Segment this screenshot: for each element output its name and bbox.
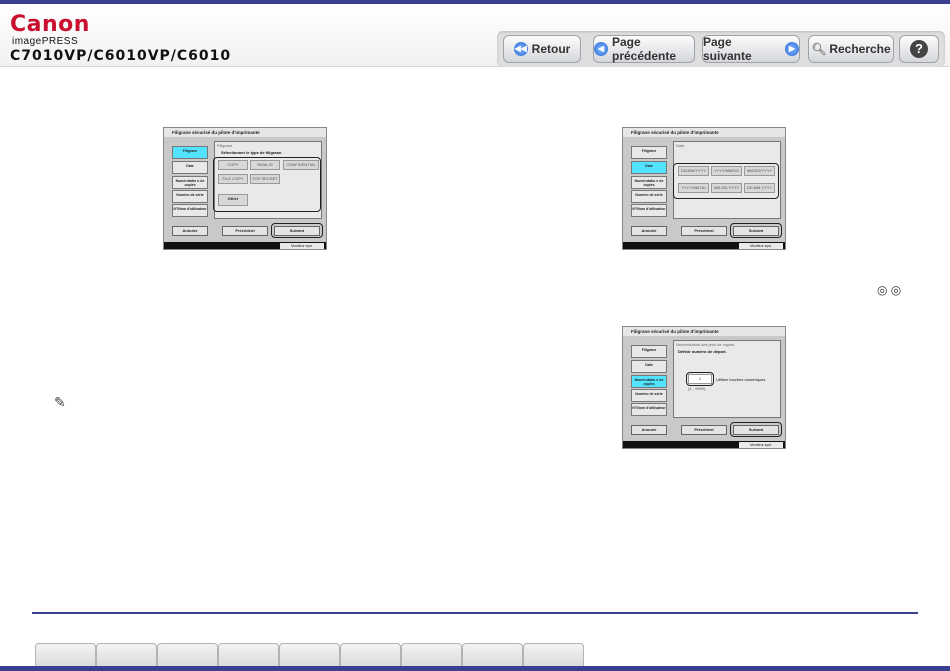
tab-watermark[interactable]: Filigrane	[631, 146, 667, 159]
monitor-button[interactable]: Moniteur syst.	[739, 243, 783, 249]
next-highlight	[271, 223, 323, 238]
tab-copy-numbering[interactable]: Numérotatio n de copies	[631, 375, 667, 388]
tab-user-id[interactable]: N°/Nom d'utilisateur	[172, 204, 208, 217]
next-highlight	[730, 223, 782, 238]
help-icon: ?	[910, 40, 928, 58]
tab-user-id[interactable]: N°/Nom d'utilisateur	[631, 204, 667, 217]
canon-logo: Canon	[10, 12, 90, 37]
copy-prompt: Définir numéro de départ.	[678, 349, 727, 354]
back-button[interactable]: ◀◀ Retour	[503, 35, 581, 63]
tune-icons: ◎ ◎	[877, 283, 902, 297]
watermark-screen: Filigrane sécurisé du pilote d'imprimant…	[163, 127, 327, 250]
tab-date[interactable]: Date	[631, 161, 667, 174]
copy-numbering-screen: Filigrane sécurisé du pilote d'imprimant…	[622, 326, 786, 449]
cancel-button[interactable]: Annuler	[172, 226, 208, 236]
tab-serial-number[interactable]: Numéro de série	[631, 389, 667, 402]
copy-numbering-section: Numérotation des jeux de copies Définir …	[673, 340, 781, 418]
next-page-label: Page suivante	[703, 35, 752, 63]
back-label: Retour	[531, 42, 571, 56]
keypad-hint: Utiliser touches numériques	[716, 377, 766, 382]
screen-title: Filigrane sécurisé du pilote d'imprimant…	[623, 327, 785, 336]
options-highlight	[213, 157, 321, 212]
screen-title: Filigrane sécurisé du pilote d'imprimant…	[164, 128, 326, 137]
field-highlight	[686, 372, 714, 386]
cancel-button[interactable]: Annuler	[631, 425, 667, 435]
pencil-icon: ✎	[54, 394, 66, 410]
section-label: Numérotation des jeux de copies	[676, 342, 735, 347]
status-bar: Moniteur syst.	[623, 242, 785, 249]
model-name: C7010VP/C6010VP/C6010	[10, 48, 232, 64]
status-bar: Moniteur syst.	[164, 242, 326, 249]
search-button[interactable]: 🔍︎ Recherche	[808, 35, 894, 63]
section-label: Filigrane	[217, 143, 233, 148]
footer-rule	[32, 612, 918, 614]
tab-copy-numbering[interactable]: Numérotatio n de copies	[631, 176, 667, 189]
tab-user-id[interactable]: N°/Nom d'utilisateur	[631, 403, 667, 416]
previous-button[interactable]: Précédent	[222, 226, 268, 236]
status-bar: Moniteur syst.	[623, 441, 785, 448]
tab-watermark[interactable]: Filigrane	[631, 345, 667, 358]
rewind-icon: ◀◀	[513, 42, 528, 56]
left-arrow-icon: ◀	[594, 42, 608, 56]
monitor-button[interactable]: Moniteur syst.	[739, 442, 783, 448]
manual-page: Canon imagePRESS C7010VP/C6010VP/C6010 ◀…	[0, 0, 950, 671]
screen-title: Filigrane sécurisé du pilote d'imprimant…	[623, 128, 785, 137]
tab-serial-number[interactable]: Numéro de série	[631, 190, 667, 203]
section-label: Date	[676, 143, 685, 148]
date-section: Date DD/MM/YYYY YYYY/MM/DD MM/DD/YYYY YY…	[673, 141, 781, 219]
next-highlight	[730, 422, 782, 437]
previous-button[interactable]: Précédent	[681, 425, 727, 435]
range-hint: (1 - 9999)	[688, 386, 706, 391]
watermark-section: Filigrane Sélectionner le type de filigr…	[213, 141, 322, 219]
tab-date[interactable]: Date	[631, 360, 667, 373]
tab-watermark[interactable]: Filigrane	[172, 146, 208, 159]
monitor-button[interactable]: Moniteur syst.	[280, 243, 324, 249]
cancel-button[interactable]: Annuler	[631, 226, 667, 236]
date-screen: Filigrane sécurisé du pilote d'imprimant…	[622, 127, 786, 250]
tab-date[interactable]: Date	[172, 161, 208, 174]
product-name: imagePRESS	[12, 36, 79, 47]
bottom-rule	[0, 666, 950, 671]
prev-page-label: Page précédente	[612, 35, 677, 63]
nav-bar: ◀◀ Retour ◀ Page précédente Page suivant…	[497, 31, 945, 67]
options-highlight	[673, 163, 779, 199]
previous-button[interactable]: Précédent	[681, 226, 727, 236]
watermark-prompt: Sélectionner le type de filigrane.	[221, 150, 283, 155]
tab-copy-numbering[interactable]: Numérotatio n de copies	[172, 176, 208, 189]
tab-serial-number[interactable]: Numéro de série	[172, 190, 208, 203]
header: Canon imagePRESS C7010VP/C6010VP/C6010 ◀…	[0, 4, 950, 67]
right-arrow-icon: ▶	[785, 42, 799, 56]
search-label: Recherche	[829, 42, 891, 56]
prev-page-button[interactable]: ◀ Page précédente	[593, 35, 695, 63]
next-page-button[interactable]: Page suivante ▶	[702, 35, 800, 63]
help-button[interactable]: ?	[899, 35, 939, 63]
magnifier-icon: 🔍︎	[811, 42, 827, 56]
